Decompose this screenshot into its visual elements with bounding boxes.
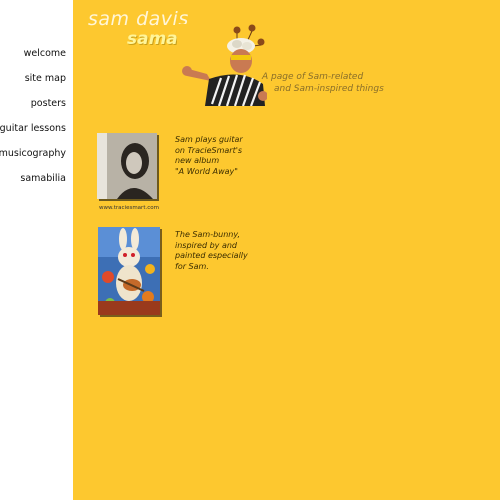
album-website-link[interactable]: www.traciesmart.com (99, 205, 159, 211)
juggler-photo (177, 24, 267, 106)
nav-link-posters[interactable]: posters (31, 98, 66, 109)
album-cover-image[interactable] (97, 133, 159, 201)
nav-link-samabilia[interactable]: samabilia (20, 173, 66, 184)
site-title: sam davis (88, 8, 189, 30)
page-tagline: A page of Sam-related and Sam-inspired t… (262, 71, 384, 95)
bunny-painting-image[interactable] (98, 227, 162, 317)
tagline-line-2: and Sam-inspired things (274, 84, 384, 94)
main-content: sam davis samabilia A page of Sam-relate… (73, 0, 500, 500)
nav-link-musicography[interactable]: musicography (0, 148, 66, 159)
sidebar-nav: welcome site map posters guitar lessons … (0, 0, 73, 500)
bunny-description: The Sam-bunny, inspired by and painted e… (175, 230, 248, 271)
album-description: Sam plays guitar on TracieSmart's new al… (175, 135, 243, 176)
tagline-line-1: A page of Sam-related (262, 72, 364, 82)
nav-link-welcome[interactable]: welcome (24, 48, 66, 59)
nav-link-guitar-lessons[interactable]: guitar lessons (0, 123, 66, 134)
nav-link-site-map[interactable]: site map (25, 73, 66, 84)
